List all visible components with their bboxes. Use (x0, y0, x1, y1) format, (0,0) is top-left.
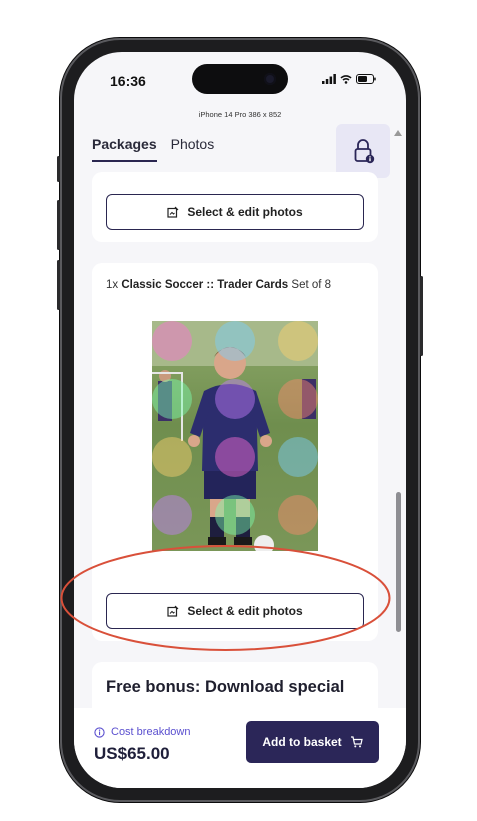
package-product-name: Classic Soccer :: Trader Cards (121, 279, 289, 291)
add-to-basket-label: Add to basket (262, 735, 342, 749)
free-bonus-title: Free bonus: Download special (106, 678, 345, 696)
edit-photo-icon (167, 605, 179, 617)
dynamic-island (192, 64, 288, 94)
package-card-previous: Select & edit photos (92, 172, 378, 242)
cost-breakdown-label: Cost breakdown (111, 726, 191, 738)
select-edit-photos-label: Select & edit photos (187, 604, 303, 618)
tab-photos[interactable]: Photos (171, 136, 215, 162)
camera-icon (264, 73, 276, 85)
device-label: iPhone 14 Pro 386 x 852 (198, 110, 282, 119)
select-edit-photos-button[interactable]: Select & edit photos (106, 194, 364, 230)
cost-breakdown-link[interactable]: Cost breakdown (94, 726, 191, 738)
tab-packages[interactable]: Packages (92, 136, 157, 162)
status-icons (322, 74, 376, 84)
scrollbar-thumb[interactable] (396, 492, 401, 632)
select-edit-photos-button-2[interactable]: Select & edit photos (106, 593, 364, 629)
phone-volume-up-button (57, 200, 60, 250)
phone-power-button (420, 276, 423, 356)
signal-icon (322, 74, 336, 84)
select-edit-photos-label: Select & edit photos (187, 205, 303, 219)
add-to-basket-button[interactable]: Add to basket (246, 721, 379, 763)
status-time: 16:36 (110, 73, 146, 89)
phone-mute-button (57, 156, 60, 182)
lock-button[interactable] (336, 124, 390, 178)
package-set-size: Set of 8 (291, 279, 332, 291)
tab-bar: Packages Photos (92, 136, 214, 162)
package-quantity: 1x (106, 279, 119, 291)
screen: 16:36 iPhone 14 Pro 386 x 852 Packages P… (74, 52, 406, 788)
package-card-classic-soccer: 1x Classic Soccer :: Trader Cards Set of… (92, 263, 378, 641)
total-price: US$65.00 (94, 744, 170, 763)
lock-icon (354, 139, 375, 164)
wifi-icon (340, 75, 352, 84)
info-icon (94, 726, 105, 738)
phone-volume-down-button (57, 260, 60, 310)
trader-card-preview-photo (152, 321, 318, 551)
cart-icon (350, 736, 363, 748)
edit-photo-icon (167, 206, 179, 218)
scroll-up-arrow[interactable] (394, 130, 402, 136)
bottom-bar: Cost breakdown US$65.00 Add to basket (74, 708, 406, 788)
package-title: 1x Classic Soccer :: Trader Cards Set of… (106, 279, 331, 291)
battery-icon (356, 74, 376, 84)
